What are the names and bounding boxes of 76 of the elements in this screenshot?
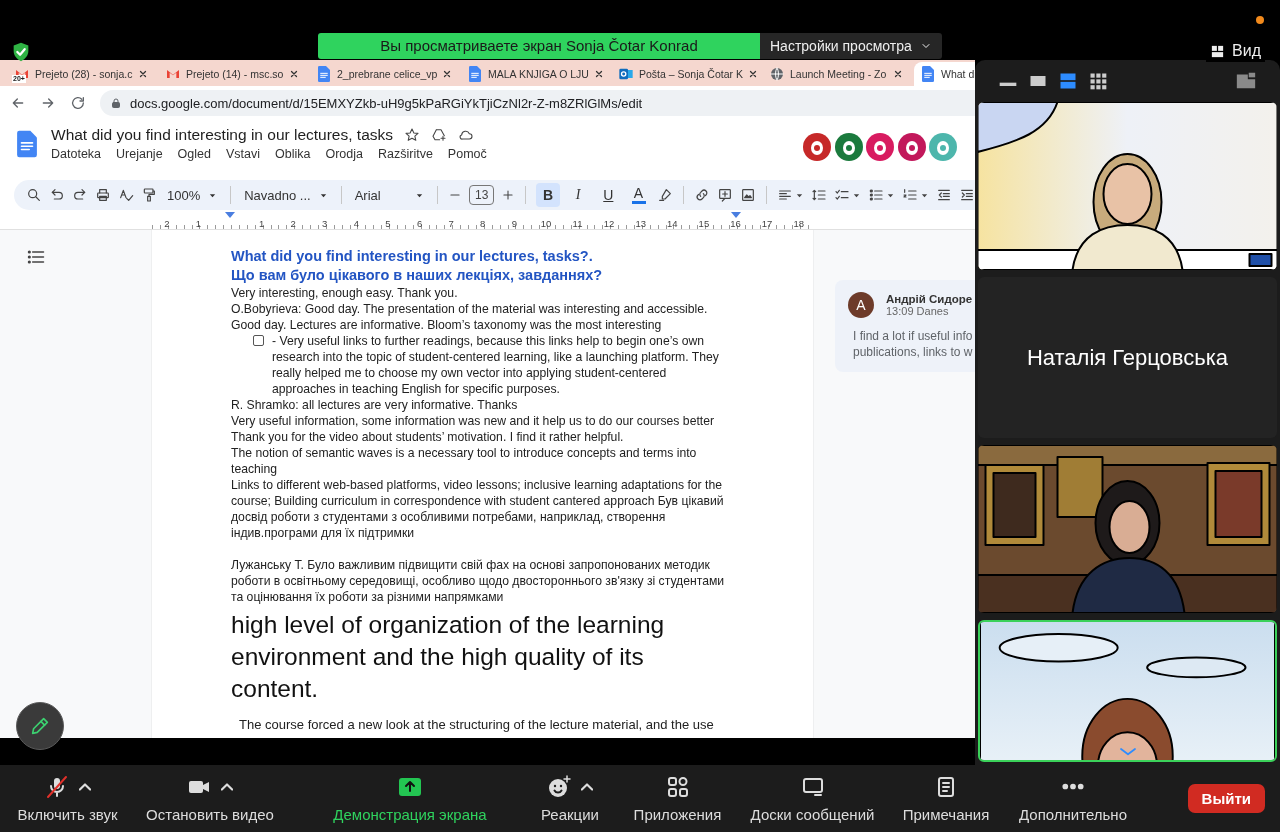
paragraph: Links to different web-based platforms, video lessons; inclusive learning adaptations for the course; Building curriculum in correspondence with student cantered approach Був цікавий досвід роботи з студентами з особливими потребами, наприклад, створення індив.програми для їх підтримки (231, 477, 725, 541)
ruler-number: 5 (385, 218, 391, 229)
style-dropdown[interactable]: Navadno ... (241, 187, 331, 203)
heading-text: Що вам було цікавого в наших лекціях, завданнях? (231, 266, 604, 285)
browser-tab[interactable]: Prejeto (14) - msc.so (159, 62, 305, 86)
participant-name: Наталія Герцовська (1026, 344, 1229, 371)
menu-item[interactable]: Vstavi (225, 147, 260, 161)
paragraph: O.Bobyrieva: Good day. The presentation of the material was interesting and accessible. (231, 301, 709, 317)
italic-button[interactable]: I (566, 183, 590, 207)
toolbar-button[interactable]: Остановить видео (135, 774, 285, 823)
comment-card[interactable]: A Андрій Сидоре 13:09 Danes I find a lot if useful info publications, links to w (835, 280, 975, 372)
ruler-number: 13 (635, 218, 646, 229)
checklist-text: - Very useful links to further readings, because this links help to begin one’s own research into the topic of student-centered learning, like a launching platform. They really helped me to choose my own vector into applying student-centered approaches in teaching English for specific purposes. (272, 333, 720, 397)
comment-text: publications, links to w (852, 344, 974, 360)
document-title[interactable]: What did you find interesting in our lectures, tasks (51, 126, 394, 144)
toolbar-button[interactable]: Реакции (535, 774, 605, 823)
ruler-number: 11 (572, 218, 583, 229)
ruler-number: 6 (416, 218, 423, 229)
address-bar[interactable]: docs.google.com/document/d/15EMXYZkb-uH9g5kPaRGiYkTjiCzNl2r-Z-m8ZRlGlMs/edit (100, 90, 975, 116)
ruler-number: 14 (667, 218, 678, 229)
ruler-number: 9 (511, 218, 517, 229)
paragraph: R. Shramko: all lectures are very informative. Thanks (231, 397, 519, 413)
zoom-dropdown[interactable]: 100% (164, 187, 221, 203)
ruler-number: 15 (698, 218, 710, 229)
paragraph: Very useful information, some information was new and it help us to do our courses better (231, 413, 715, 429)
comment-author: Андрій Сидоре (886, 293, 973, 305)
browser-tab[interactable]: What di (914, 62, 975, 86)
ruler-number: 1 (194, 218, 203, 229)
heading-text: What did you find interesting in our lectures, tasks?. (231, 247, 594, 266)
ruler-number: 10 (540, 218, 552, 229)
toolbar-button[interactable]: Включить звук (0, 774, 135, 823)
bold-button[interactable]: B (536, 183, 560, 207)
paragraph: Very interesting, enough easy. Thank you. (231, 285, 459, 301)
ruler-number: 8 (480, 218, 486, 229)
ruler-number: 3 (322, 218, 328, 229)
paragraph: Good day. Lectures are informative. Bloom’s taxonomy was the most interesting (231, 317, 663, 333)
comment-text: I find a lot if useful info (852, 328, 974, 344)
comment-time: 13:09 Danes (886, 305, 950, 317)
toolbar-button[interactable]: Приложения (605, 774, 750, 823)
menu-item[interactable]: Oblika (275, 147, 311, 161)
browser-tab[interactable]: 2_prebrane celice_vp (310, 62, 456, 86)
font-size-field[interactable]: 13 (469, 185, 495, 205)
menu-item[interactable]: Ogled (177, 147, 211, 161)
font-dropdown[interactable]: Arial (351, 187, 428, 203)
toolbar-button[interactable]: Дополнительно (1017, 774, 1129, 823)
ruler-number: 17 (761, 218, 773, 229)
toolbar-button[interactable]: Доски сообщений (750, 774, 875, 823)
paragraph: Thank you for the video about students’ motivation. I find it rather helpful. (231, 429, 625, 445)
menu-item[interactable]: Pomoč (447, 147, 487, 161)
toolbar-button[interactable]: Примечания (875, 774, 1017, 823)
ruler-number: 7 (448, 218, 454, 229)
avatar: A (848, 292, 874, 318)
paragraph: high level of organization of the learning environment and the high quality of its content. (231, 610, 666, 704)
paragraph: Лужанську Т. Було важливим підвищити свій фах на основі запропонованих методик роботи в освітньому середовищі, особливо щодо двостороннього зв'язку зі студентами та оцінювання їх роботи за різними напрямками (231, 557, 726, 605)
menu-item[interactable]: Datoteka (51, 147, 102, 161)
ruler-number: 1 (258, 218, 265, 229)
browser-tab[interactable]: MALA KNJIGA O LJU (461, 62, 607, 86)
paragraph: The notion of semantic waves is a necessary tool to introduce concepts and terms into teaching (231, 445, 698, 477)
paragraph: The course forced a new look at the structuring of the lecture material, and the use (239, 717, 715, 733)
menu-item[interactable]: Orodja (325, 147, 363, 161)
screen-share-banner: Вы просматриваете экран Sonja Čotar Konrad (318, 33, 760, 59)
ruler-number: 2 (290, 218, 296, 229)
ruler-number: 4 (353, 218, 359, 229)
underline-button[interactable]: U (596, 183, 620, 207)
leave-button[interactable]: Выйти (1187, 784, 1265, 813)
toolbar-button[interactable]: Демонстрация экрана (285, 774, 535, 823)
color-button[interactable]: A (626, 183, 651, 207)
browser-tab[interactable]: Launch Meeting - Zo (763, 62, 909, 86)
menu-item[interactable]: Razširitve (377, 147, 433, 161)
view-settings-button[interactable]: Настройки просмотра (760, 33, 942, 59)
ruler-number: 2 (163, 218, 171, 229)
ruler-number: 16 (730, 218, 741, 229)
ruler-number: 12 (603, 218, 615, 229)
menu-item[interactable]: Urejanje (116, 147, 163, 161)
ruler-number: 18 (793, 218, 804, 229)
browser-tab[interactable]: Pošta – Sonja Čotar K (612, 62, 758, 86)
